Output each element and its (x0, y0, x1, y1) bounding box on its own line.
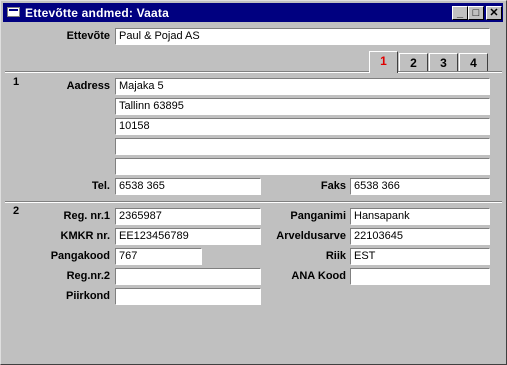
bankcode-field[interactable]: 767 (115, 248, 202, 265)
kmkr-field[interactable]: EE123456789 (115, 228, 261, 245)
address-line-3[interactable]: 10158 (115, 118, 490, 135)
account-label: Arveldusarve (276, 230, 346, 242)
tab-3[interactable]: 3 (429, 53, 458, 72)
address-line-2[interactable]: Tallinn 63895 (115, 98, 490, 115)
window: Ettevõtte andmed: Vaata _ □ ✕ Ettevõte P… (0, 0, 507, 365)
fax-field[interactable]: 6538 366 (350, 178, 490, 195)
kmkr-label: KMKR nr. (60, 230, 111, 242)
country-label: Riik (325, 250, 346, 262)
reg2-label: Reg.nr.2 (66, 270, 110, 282)
section-2-number: 2 (13, 205, 20, 217)
fax-label: Faks (320, 180, 346, 192)
reg1-label: Reg. nr.1 (63, 210, 110, 222)
address-label: Aadress (66, 80, 110, 92)
region-label: Piirkond (65, 290, 110, 302)
tab-2[interactable]: 2 (399, 53, 428, 72)
account-field[interactable]: 22103645 (350, 228, 490, 245)
reg2-field[interactable] (115, 268, 261, 285)
window-menu-icon[interactable] (7, 7, 20, 17)
minimize-button[interactable]: _ (452, 6, 468, 20)
address-line-1[interactable]: Majaka 5 (115, 78, 490, 95)
separator-middle (5, 201, 502, 203)
phone-label: Tel. (91, 180, 110, 192)
tab-1[interactable]: 1 (369, 51, 398, 73)
phone-field[interactable]: 6538 365 (115, 178, 261, 195)
bankname-label: Panganimi (290, 210, 346, 222)
company-label: Ettevõte (66, 30, 110, 42)
section-1-number: 1 (13, 76, 20, 88)
reg1-field[interactable]: 2365987 (115, 208, 261, 225)
ana-label: ANA Kood (291, 270, 346, 282)
separator-top (5, 71, 502, 73)
window-title: Ettevõtte andmed: Vaata (25, 6, 169, 20)
ana-field[interactable] (350, 268, 490, 285)
address-line-5[interactable] (115, 158, 490, 175)
country-field[interactable]: EST (350, 248, 490, 265)
title-bar[interactable]: Ettevõtte andmed: Vaata _ □ ✕ (3, 3, 503, 22)
maximize-button[interactable]: □ (468, 6, 484, 20)
bankname-field[interactable]: Hansapank (350, 208, 490, 225)
region-field[interactable] (115, 288, 261, 305)
tab-4[interactable]: 4 (459, 53, 488, 72)
bankcode-label: Pangakood (50, 250, 110, 262)
address-line-4[interactable] (115, 138, 490, 155)
close-button[interactable]: ✕ (486, 6, 502, 20)
company-field[interactable]: Paul & Pojad AS (115, 28, 490, 45)
